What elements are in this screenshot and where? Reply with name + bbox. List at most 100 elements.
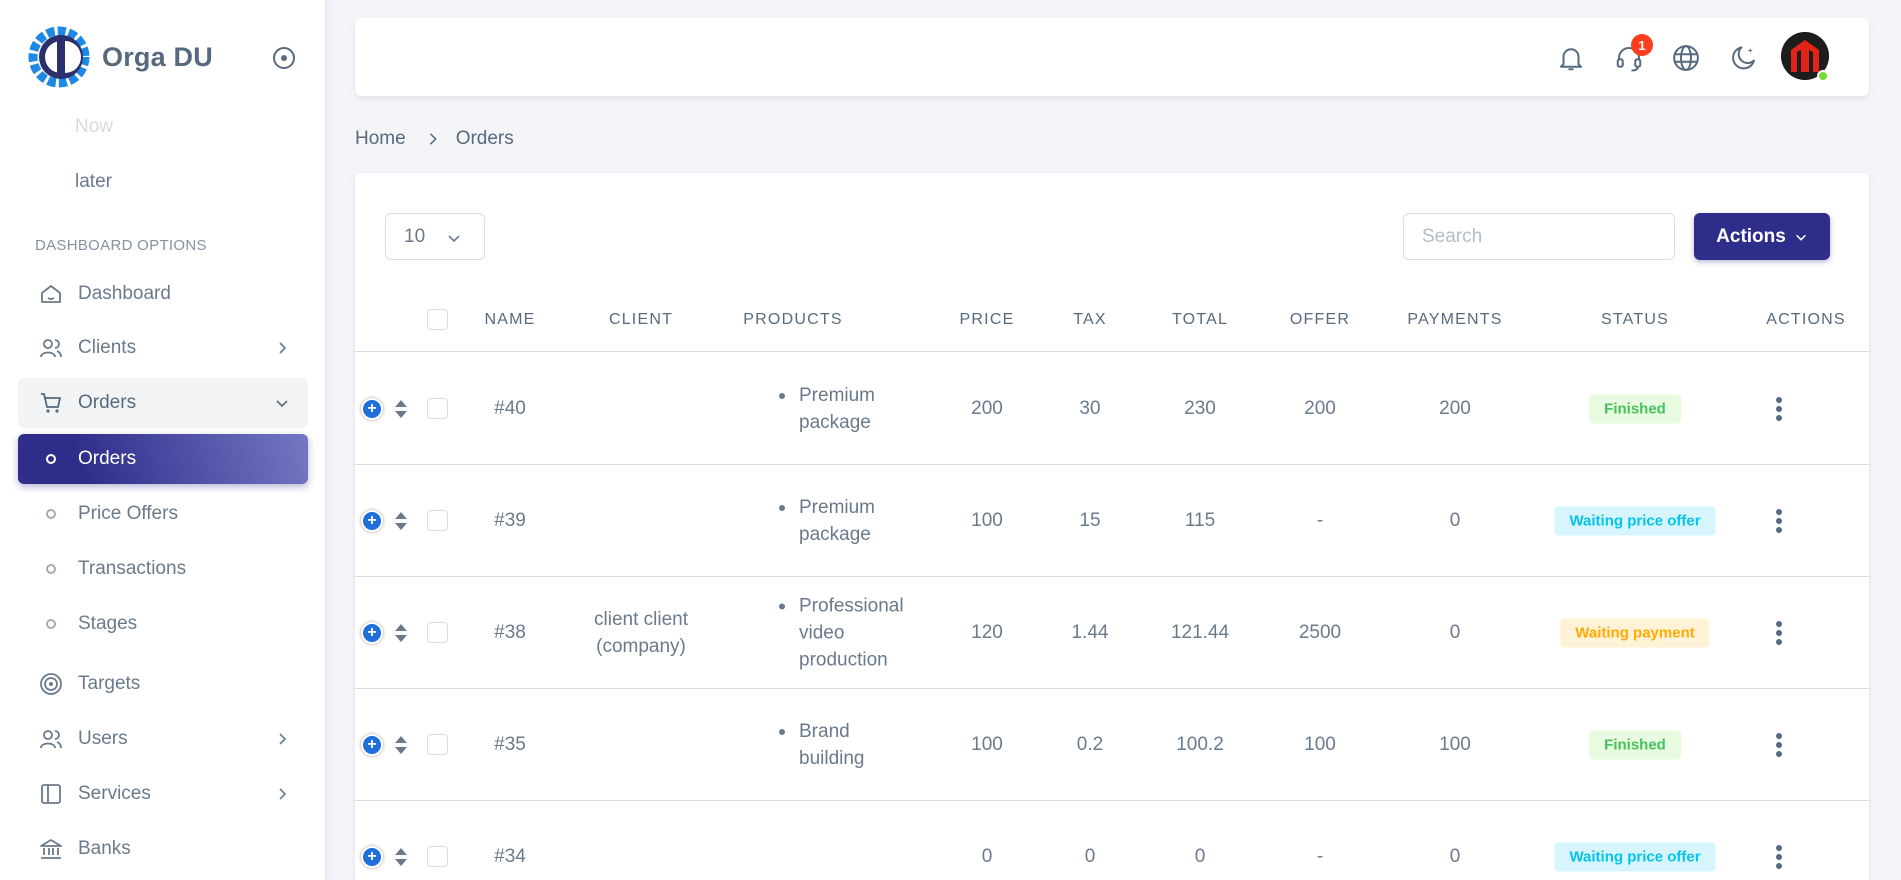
- row-checkbox[interactable]: [427, 509, 448, 531]
- cell-price: 200: [971, 397, 1003, 419]
- sidebar-item-label: Price Offers: [78, 503, 178, 524]
- product-item: Brand building: [777, 718, 917, 772]
- cell-total: 115: [1184, 509, 1216, 531]
- cell-offer: -: [1316, 509, 1324, 531]
- sidebar-subitem-price-offers[interactable]: Price Offers: [18, 489, 308, 539]
- row-checkbox[interactable]: [427, 397, 448, 419]
- column-header-price[interactable]: PRICE: [960, 311, 1015, 329]
- breadcrumb-current: Orders: [455, 128, 514, 149]
- column-header-tax[interactable]: TAX: [1073, 311, 1107, 329]
- table-row[interactable]: + #39 100 15 115 - 0 Premium package Waiting pri…: [355, 465, 1869, 577]
- chevron-right-icon: [429, 133, 437, 145]
- search-input[interactable]: [1403, 213, 1675, 260]
- bullet-circle-icon: [46, 619, 56, 629]
- chevron-right-icon: [279, 788, 287, 800]
- sidebar-item-orders[interactable]: Orders: [18, 378, 308, 428]
- table-row[interactable]: + #35 100 0.2 100.2 100 100 Brand building Finis…: [355, 689, 1869, 801]
- expand-row-plus-icon[interactable]: +: [361, 509, 383, 532]
- sidebar-item-targets[interactable]: Targets: [18, 659, 308, 709]
- expand-row-plus-icon[interactable]: +: [361, 845, 383, 868]
- sidebar-item-services[interactable]: Services: [18, 769, 308, 819]
- row-checkbox[interactable]: [427, 733, 448, 755]
- kebab-menu-icon[interactable]: [1775, 508, 1783, 534]
- drag-sort-icon[interactable]: [394, 847, 408, 867]
- row-checkbox[interactable]: [427, 845, 448, 867]
- moon-theme-icon[interactable]: [1728, 42, 1760, 74]
- chevron-down-icon: [448, 235, 460, 243]
- column-header-actions: ACTIONS: [1766, 311, 1846, 328]
- column-header-status[interactable]: STATUS: [1601, 311, 1669, 329]
- sidebar-subitem-stages[interactable]: Stages: [18, 599, 308, 649]
- brand-name: Orga DU: [102, 41, 213, 72]
- cell-price: 100: [971, 509, 1003, 531]
- column-header-total[interactable]: TOTAL: [1172, 311, 1228, 329]
- per-page-select[interactable]: 10: [385, 213, 485, 260]
- sidebar-item-users[interactable]: Users: [18, 714, 308, 764]
- cell-tax: 30: [1079, 397, 1101, 419]
- drag-sort-icon[interactable]: [394, 511, 408, 531]
- notification-badge: 1: [1631, 34, 1653, 56]
- cell-name: #39: [494, 509, 526, 531]
- row-checkbox[interactable]: [427, 621, 448, 643]
- chevron-right-icon: [279, 733, 287, 745]
- product-item: Premium package: [777, 494, 917, 548]
- chevron-down-icon: [1795, 234, 1806, 241]
- actions-dropdown-button[interactable]: Actions: [1694, 213, 1830, 260]
- sidebar-subitem-transactions[interactable]: Transactions: [18, 544, 308, 594]
- sidebar-subitem-orders[interactable]: Orders: [18, 434, 308, 484]
- bell-icon[interactable]: [1555, 42, 1587, 74]
- cell-tax: 1.44: [1071, 621, 1109, 643]
- sidebar-item-dashboard[interactable]: Dashboard: [18, 269, 308, 319]
- cell-offer: 2500: [1298, 621, 1342, 643]
- table-header: NAME CLIENT PRODUCTS PRICE TAX TOTAL OFF…: [355, 289, 1869, 352]
- status-badge: Waiting price offer: [1554, 842, 1716, 871]
- column-header-offer[interactable]: OFFER: [1290, 311, 1350, 329]
- kebab-menu-icon[interactable]: [1775, 396, 1783, 422]
- menu-sub-now[interactable]: Now: [75, 116, 113, 138]
- sidebar-item-banks[interactable]: Banks: [18, 824, 308, 874]
- select-all-checkbox[interactable]: [427, 309, 448, 330]
- sidebar-item-label: Banks: [78, 838, 131, 859]
- table-row[interactable]: + #40 200 30 230 200 200 Premium package Finishe…: [355, 353, 1869, 465]
- cell-payments: 0: [1449, 509, 1461, 531]
- product-item: Premium package: [777, 382, 917, 436]
- column-header-name[interactable]: NAME: [484, 311, 535, 329]
- sidebar-item-label: Orders: [78, 448, 137, 469]
- sidebar-item-label: Dashboard: [78, 283, 171, 304]
- sidebar-item-label: Orders: [78, 392, 137, 413]
- per-page-value: 10: [404, 225, 426, 247]
- expand-row-plus-icon[interactable]: +: [361, 397, 383, 420]
- kebab-menu-icon[interactable]: [1775, 732, 1783, 758]
- brand[interactable]: Orga DU: [28, 26, 213, 88]
- table-row[interactable]: + #38 client client (company) 120 1.44 121.44…: [355, 577, 1869, 689]
- cell-name: #34: [494, 845, 526, 867]
- drag-sort-icon[interactable]: [394, 735, 408, 755]
- cell-offer: -: [1316, 845, 1324, 867]
- sidebar-toggle-icon[interactable]: [272, 46, 296, 70]
- column-header-payments[interactable]: PAYMENTS: [1407, 311, 1502, 329]
- globe-language-icon[interactable]: [1670, 42, 1702, 74]
- cell-products: Premium package: [777, 382, 917, 436]
- drag-sort-icon[interactable]: [394, 399, 408, 419]
- expand-row-plus-icon[interactable]: +: [361, 621, 383, 644]
- cell-offer: 100: [1304, 733, 1336, 755]
- cell-total: 100.2: [1176, 733, 1224, 755]
- drag-sort-icon[interactable]: [394, 623, 408, 643]
- expand-row-plus-icon[interactable]: +: [361, 733, 383, 756]
- sidebar-item-clients[interactable]: Clients: [18, 323, 308, 373]
- home-icon: [38, 281, 64, 307]
- users-icon: [38, 335, 64, 361]
- kebab-menu-icon[interactable]: [1775, 620, 1783, 646]
- menu-sub-later[interactable]: later: [75, 171, 112, 193]
- kebab-menu-icon[interactable]: [1775, 844, 1783, 870]
- bullet-circle-icon: [46, 564, 56, 574]
- table-row[interactable]: + #34 0 0 0 - 0 Waiting price offer: [355, 801, 1869, 880]
- breadcrumb-home-link[interactable]: Home: [355, 128, 406, 150]
- cell-tax: 0.2: [1076, 733, 1104, 755]
- headset-support-icon[interactable]: 1: [1613, 34, 1653, 74]
- chevron-down-icon: [276, 400, 288, 408]
- column-header-client[interactable]: CLIENT: [609, 311, 673, 329]
- cell-name: #35: [494, 733, 526, 755]
- column-header-products[interactable]: PRODUCTS: [743, 311, 842, 329]
- sidebar-item-label: Clients: [78, 337, 137, 358]
